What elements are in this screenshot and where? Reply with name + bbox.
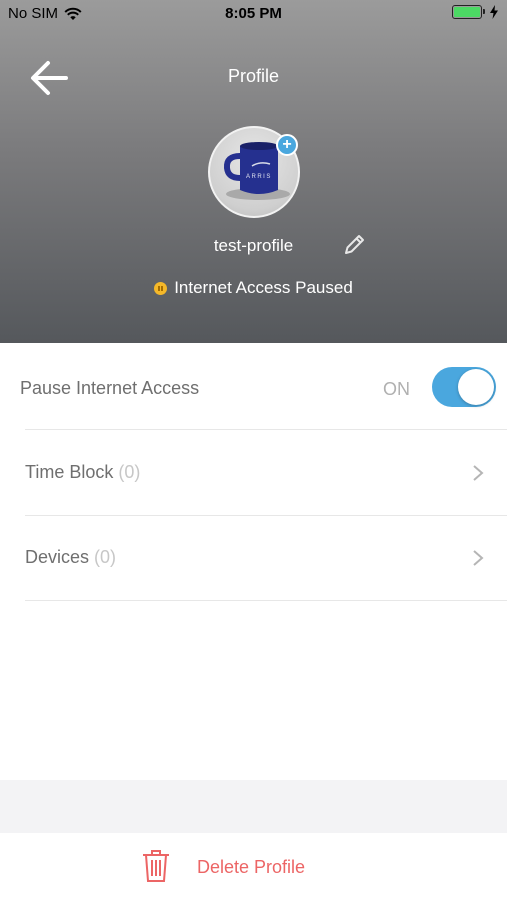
profile-name: test-profile <box>213 236 294 255</box>
avatar-container[interactable]: ARRIS + <box>208 126 300 218</box>
clock: 8:05 PM <box>225 5 282 22</box>
devices-count: (0) <box>94 547 117 567</box>
pause-internet-toggle[interactable] <box>432 367 496 407</box>
status-bar: No SIM 8:05 PM <box>0 0 507 28</box>
pause-internet-label: Pause Internet Access <box>20 378 200 398</box>
status-text: Internet Access Paused <box>174 278 353 297</box>
toggle-knob <box>458 369 494 405</box>
battery-icon <box>452 5 485 19</box>
devices-label: Devices <box>25 547 90 567</box>
svg-text:ARRIS: ARRIS <box>246 174 272 180</box>
time-block-label: Time Block <box>25 462 114 482</box>
profile-status: Internet Access Paused <box>0 278 507 298</box>
trash-icon <box>143 850 169 882</box>
time-block-count: (0) <box>118 462 141 482</box>
add-photo-icon[interactable]: + <box>276 134 298 156</box>
charging-icon <box>490 5 498 19</box>
toggle-state-label: ON <box>383 379 410 399</box>
chevron-right-icon <box>473 550 484 566</box>
page-title: Profile <box>227 66 280 86</box>
section-separator <box>0 780 507 833</box>
profile-header: No SIM 8:05 PM Profile ARRIS + test-prof… <box>0 0 507 343</box>
time-block-row[interactable]: Time Block (0) <box>0 430 507 516</box>
pause-status-icon <box>154 281 168 295</box>
delete-profile-button[interactable]: Delete Profile <box>0 833 507 900</box>
pause-internet-row: Pause Internet Access ON <box>0 343 507 429</box>
divider <box>25 600 507 601</box>
pencil-icon[interactable] <box>341 232 367 258</box>
chevron-right-icon <box>473 465 484 481</box>
delete-profile-label: Delete Profile <box>197 857 306 877</box>
devices-row[interactable]: Devices (0) <box>0 515 507 601</box>
